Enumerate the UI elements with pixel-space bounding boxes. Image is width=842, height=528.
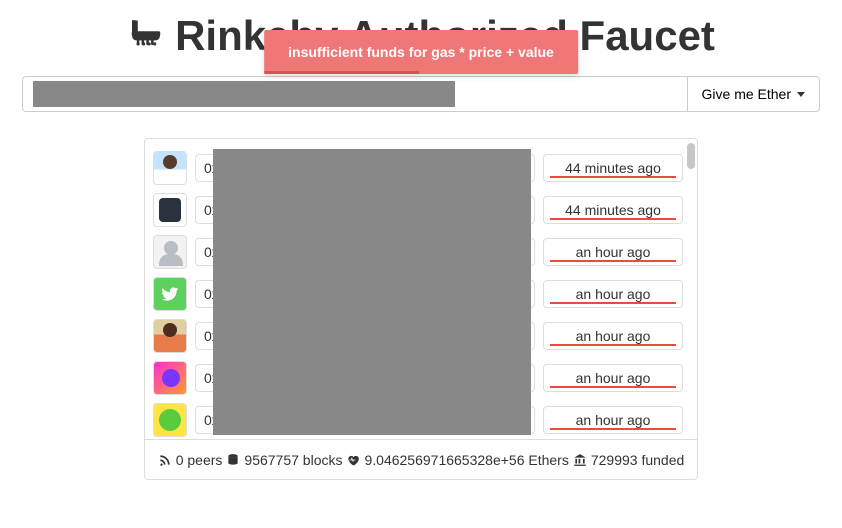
avatar [153,151,187,185]
twitter-bird-icon [160,284,180,304]
stat-peers: 0 peers [176,452,223,468]
request-row: Give me Ether [22,76,820,112]
avatar [153,403,187,437]
error-alert-text: insufficient funds for gas * price + val… [288,44,554,60]
database-icon [226,453,240,467]
time-badge: an hour ago [543,280,683,308]
queue-panel: 0x44 minutes ago0x44 minutes ago0xan hou… [144,138,698,480]
scrollbar[interactable] [687,143,695,435]
chevron-down-icon [797,92,805,97]
avatar [153,277,187,311]
redaction-mask [213,149,531,435]
shower-icon [127,17,165,55]
social-url-input[interactable] [22,76,687,112]
avatar [153,235,187,269]
time-badge: an hour ago [543,238,683,266]
rss-icon [158,453,172,467]
stat-funded: 729993 funded [591,452,684,468]
time-badge: an hour ago [543,364,683,392]
bank-icon [573,453,587,467]
stat-ethers: 9.046256971665328e+56 Ethers [364,452,568,468]
time-badge: 44 minutes ago [543,196,683,224]
scrollbar-thumb[interactable] [687,143,695,169]
avatar [153,193,187,227]
queue-body: 0x44 minutes ago0x44 minutes ago0xan hou… [145,139,697,439]
error-alert: insufficient funds for gas * price + val… [264,30,578,74]
time-badge: an hour ago [543,406,683,434]
avatar [153,361,187,395]
heartbeat-icon [346,453,360,467]
avatar [153,319,187,353]
input-value-mask [33,81,455,107]
stats-footer: 0 peers 9567757 blocks 9.046256971665328… [145,439,697,479]
stat-blocks: 9567757 blocks [244,452,342,468]
give-ether-label: Give me Ether [702,86,791,102]
give-ether-button[interactable]: Give me Ether [687,76,820,112]
time-badge: an hour ago [543,322,683,350]
time-badge: 44 minutes ago [543,154,683,182]
